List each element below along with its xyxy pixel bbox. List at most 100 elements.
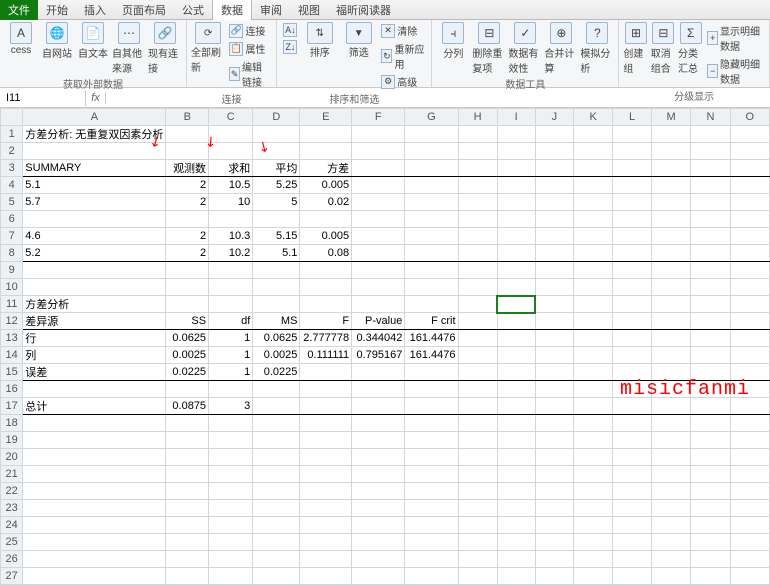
col-header-L[interactable]: L [613, 109, 652, 126]
cell-J7[interactable] [535, 228, 574, 245]
cell-A17[interactable]: 总计 [23, 398, 166, 415]
cell-L13[interactable] [613, 330, 652, 347]
row-header-17[interactable]: 17 [1, 398, 23, 415]
cell-J8[interactable] [535, 245, 574, 262]
file-tab[interactable]: 文件 [0, 0, 38, 20]
cell-J2[interactable] [535, 143, 574, 160]
cell-A9[interactable] [23, 262, 166, 279]
cell-L5[interactable] [613, 194, 652, 211]
row-header-5[interactable]: 5 [1, 194, 23, 211]
cell-A12[interactable]: 差异源 [23, 313, 166, 330]
cell-N11[interactable] [691, 296, 730, 313]
cell-N22[interactable] [691, 483, 730, 500]
cell-C20[interactable] [209, 449, 253, 466]
cell-G5[interactable] [405, 194, 458, 211]
cell-E8[interactable]: 0.08 [300, 245, 352, 262]
cell-M6[interactable] [651, 211, 690, 228]
clear-filter-button[interactable]: ✕清除 [379, 22, 427, 39]
cell-J18[interactable] [535, 415, 574, 432]
cell-A11[interactable]: 方差分析 [23, 296, 166, 313]
cell-B7[interactable]: 2 [166, 228, 209, 245]
cell-D12[interactable]: MS [253, 313, 300, 330]
cell-E17[interactable] [300, 398, 352, 415]
cell-C21[interactable] [209, 466, 253, 483]
cell-M9[interactable] [651, 262, 690, 279]
cell-E1[interactable] [300, 126, 352, 143]
cell-A25[interactable] [23, 534, 166, 551]
cell-O21[interactable] [730, 466, 769, 483]
cell-E22[interactable] [300, 483, 352, 500]
row-header-11[interactable]: 11 [1, 296, 23, 313]
cell-L8[interactable] [613, 245, 652, 262]
cell-B23[interactable] [166, 500, 209, 517]
cell-F7[interactable] [352, 228, 405, 245]
cell-N20[interactable] [691, 449, 730, 466]
cell-I17[interactable] [497, 398, 535, 415]
cell-K25[interactable] [574, 534, 613, 551]
cell-L4[interactable] [613, 177, 652, 194]
cell-M19[interactable] [651, 432, 690, 449]
cell-G26[interactable] [405, 551, 458, 568]
remove-dup-button[interactable]: ⊟删除重复项 [472, 22, 506, 75]
cell-G24[interactable] [405, 517, 458, 534]
cell-F19[interactable] [352, 432, 405, 449]
cell-C1[interactable] [209, 126, 253, 143]
tab-foxit[interactable]: 福昕阅读器 [328, 0, 399, 20]
cell-E4[interactable]: 0.005 [300, 177, 352, 194]
cell-E5[interactable]: 0.02 [300, 194, 352, 211]
cell-N5[interactable] [691, 194, 730, 211]
cell-B3[interactable]: 观测数 [166, 160, 209, 177]
cell-D7[interactable]: 5.15 [253, 228, 300, 245]
cell-D23[interactable] [253, 500, 300, 517]
cell-G25[interactable] [405, 534, 458, 551]
cell-G23[interactable] [405, 500, 458, 517]
cell-D21[interactable] [253, 466, 300, 483]
name-box[interactable]: I11 [0, 90, 86, 106]
cell-O24[interactable] [730, 517, 769, 534]
cell-M2[interactable] [651, 143, 690, 160]
subtotal-button[interactable]: Σ分类汇总 [678, 22, 703, 75]
cell-H26[interactable] [458, 551, 497, 568]
tab-insert[interactable]: 插入 [76, 0, 114, 20]
cell-O13[interactable] [730, 330, 769, 347]
cell-D11[interactable] [253, 296, 300, 313]
cell-L10[interactable] [613, 279, 652, 296]
cell-D3[interactable]: 平均 [253, 160, 300, 177]
cell-N12[interactable] [691, 313, 730, 330]
cell-M12[interactable] [651, 313, 690, 330]
cell-K26[interactable] [574, 551, 613, 568]
cell-H6[interactable] [458, 211, 497, 228]
cell-H8[interactable] [458, 245, 497, 262]
cell-F14[interactable]: 0.795167 [352, 347, 405, 364]
cell-L23[interactable] [613, 500, 652, 517]
cell-J24[interactable] [535, 517, 574, 534]
cell-O7[interactable] [730, 228, 769, 245]
cell-I1[interactable] [497, 126, 535, 143]
ungroup-button[interactable]: ⊟取消组合 [651, 22, 676, 75]
cell-K13[interactable] [574, 330, 613, 347]
cell-J20[interactable] [535, 449, 574, 466]
cell-D20[interactable] [253, 449, 300, 466]
cell-B9[interactable] [166, 262, 209, 279]
cell-H20[interactable] [458, 449, 497, 466]
cell-F4[interactable] [352, 177, 405, 194]
filter-button[interactable]: ▼筛选 [340, 22, 377, 59]
cell-N9[interactable] [691, 262, 730, 279]
cell-I22[interactable] [497, 483, 535, 500]
row-header-15[interactable]: 15 [1, 364, 23, 381]
cell-F10[interactable] [352, 279, 405, 296]
cell-B21[interactable] [166, 466, 209, 483]
cell-N25[interactable] [691, 534, 730, 551]
cell-O5[interactable] [730, 194, 769, 211]
cell-A23[interactable] [23, 500, 166, 517]
connections-button[interactable]: 🔗连接 [227, 22, 272, 39]
cell-F12[interactable]: P-value [352, 313, 405, 330]
cell-O11[interactable] [730, 296, 769, 313]
cell-E7[interactable]: 0.005 [300, 228, 352, 245]
cell-F5[interactable] [352, 194, 405, 211]
show-detail-button[interactable]: +显示明细数据 [705, 22, 765, 54]
cell-N2[interactable] [691, 143, 730, 160]
cell-L14[interactable] [613, 347, 652, 364]
cell-C26[interactable] [209, 551, 253, 568]
cell-M25[interactable] [651, 534, 690, 551]
